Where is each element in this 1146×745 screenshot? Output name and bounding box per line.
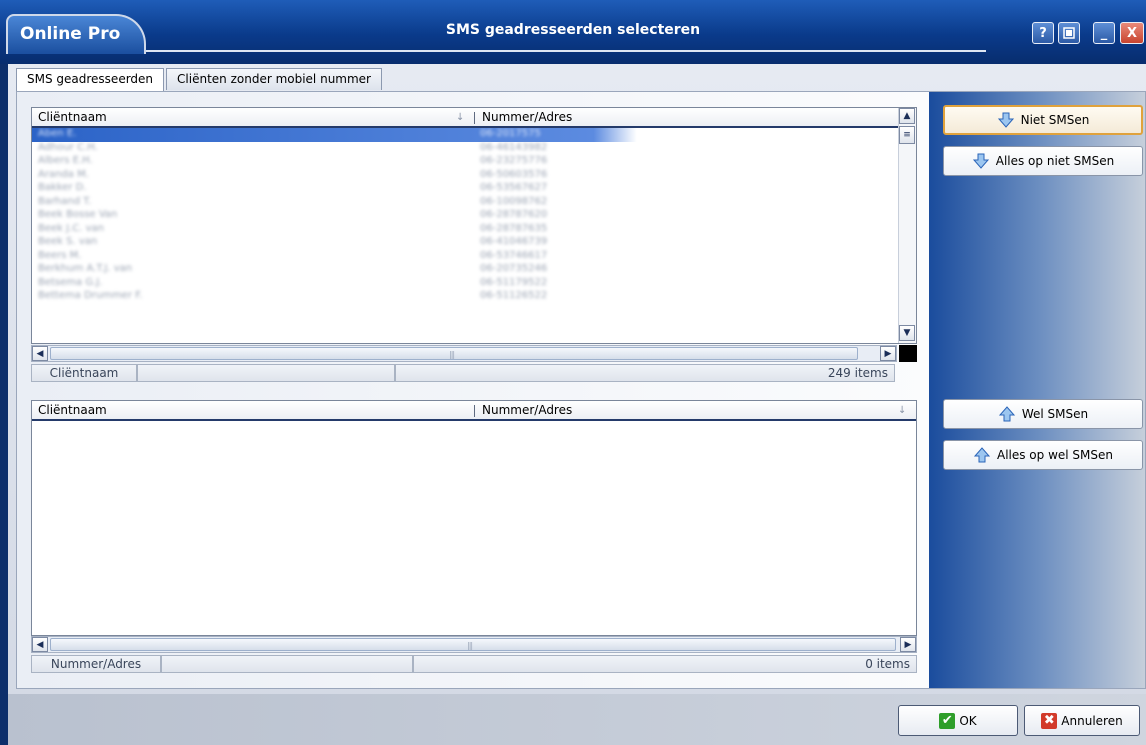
alles-op-wel-smsen-button[interactable]: Alles op wel SMSen <box>943 440 1143 470</box>
table-row[interactable]: Albers E.H. 06-23275776 <box>32 155 896 169</box>
bottom-grid-statusbar: Nummer/Adres 0 items <box>31 655 917 673</box>
wel-smsen-label: Wel SMSen <box>1021 407 1089 421</box>
table-row[interactable]: Beers M. 06-53746617 <box>32 250 896 264</box>
dialog-window: Online Pro SMS geadresseerden selecteren… <box>0 0 1146 745</box>
help-icon: ? <box>1039 25 1047 41</box>
scroll-down-button[interactable]: ▼ <box>899 325 915 341</box>
scroll-thumb[interactable]: ||| <box>50 347 858 360</box>
scroll-corner <box>899 345 917 362</box>
selected-recipients-grid[interactable]: Cliëntnaam Nummer/Adres ↓ <box>31 400 917 636</box>
alles-op-wel-smsen-label: Alles op wel SMSen <box>996 448 1114 462</box>
column-header-clientnaam[interactable]: Cliëntnaam <box>32 401 113 419</box>
table-row[interactable]: Beek S. van 06-41046739 <box>32 236 896 250</box>
column-separator[interactable] <box>474 112 475 124</box>
table-row[interactable]: Bakker D. 06-53567627 <box>32 182 896 196</box>
arrow-up-icon <box>998 406 1015 422</box>
column-header-clientnaam[interactable]: Cliëntnaam <box>32 108 113 126</box>
tab-panel: Cliëntnaam ↓ Nummer/Adres Aben E. 06-2017… <box>16 91 1146 689</box>
scroll-left-button[interactable]: ◀ <box>32 346 48 361</box>
table-row[interactable]: Betsema G.J. 06-51179522 <box>32 277 896 291</box>
status-filter-box <box>137 364 395 382</box>
arrow-down-icon <box>997 112 1014 128</box>
title-decoration <box>146 50 986 52</box>
scroll-thumb[interactable]: ≡ <box>899 126 915 144</box>
table-row[interactable]: Aben E. 06-2017575 <box>32 128 896 142</box>
sort-arrow-icon[interactable]: ↓ <box>898 405 906 416</box>
niet-smsen-button[interactable]: Niet SMSen <box>943 105 1143 135</box>
scroll-right-button[interactable]: ▶ <box>900 637 916 652</box>
dialog-client-area: SMS geadresseerden Cliënten zonder mobie… <box>8 64 1146 745</box>
alles-op-niet-smsen-label: Alles op niet SMSen <box>995 154 1115 168</box>
x-icon: ✖ <box>1041 712 1058 729</box>
sort-arrow-icon[interactable]: ↓ <box>456 112 464 123</box>
table-row[interactable]: Barhand T. 06-10098762 <box>32 196 896 210</box>
check-icon: ✔ <box>939 712 956 729</box>
status-sort-column: Nummer/Adres <box>31 655 161 673</box>
scroll-up-button[interactable]: ▲ <box>899 108 915 124</box>
grid-rows: Aben E. 06-2017575 Adhour C.H. 06-46143982… <box>32 128 896 343</box>
ok-button[interactable]: ✔ OK <box>898 705 1018 736</box>
tab-sms-geadresseerden[interactable]: SMS geadresseerden <box>16 68 165 92</box>
niet-smsen-label: Niet SMSen <box>1020 113 1090 127</box>
title-bar[interactable]: Online Pro SMS geadresseerden selecteren… <box>0 0 1146 64</box>
table-row[interactable]: Berkhum A.T.J. van 06-20735246 <box>32 263 896 277</box>
table-row[interactable]: Aranda M. 06-50603576 <box>32 169 896 183</box>
minimize-button[interactable]: _ <box>1093 22 1115 44</box>
scroll-left-button[interactable]: ◀ <box>32 637 48 652</box>
restore-button[interactable] <box>1058 22 1080 44</box>
grid-header: Cliëntnaam Nummer/Adres ↓ <box>32 401 916 421</box>
restore-icon <box>1063 27 1075 39</box>
table-row[interactable]: Bettema Drummer F. 06-51126522 <box>32 290 896 304</box>
help-button[interactable]: ? <box>1032 22 1054 44</box>
available-recipients-grid[interactable]: Cliëntnaam ↓ Nummer/Adres Aben E. 06-2017… <box>31 107 917 344</box>
arrow-up-icon <box>973 447 991 463</box>
close-button[interactable]: X <box>1120 22 1144 44</box>
tab-clienten-zonder-mobiel[interactable]: Cliënten zonder mobiel nummer <box>166 68 382 90</box>
tab-strip: SMS geadresseerden Cliënten zonder mobie… <box>16 68 384 92</box>
cancel-button[interactable]: ✖ Annuleren <box>1024 705 1140 736</box>
table-row[interactable]: Beek Bosse Van 06-28787620 <box>32 209 896 223</box>
scroll-thumb[interactable]: ||| <box>50 638 896 651</box>
column-header-nummer-adres[interactable]: Nummer/Adres <box>476 108 578 126</box>
top-grid-statusbar: Cliëntnaam 249 items <box>31 364 895 382</box>
window-title: SMS geadresseerden selecteren <box>445 22 701 38</box>
status-filter-box <box>161 655 413 673</box>
table-row[interactable]: Beek J.C. van 06-28787635 <box>32 223 896 237</box>
column-header-nummer-adres[interactable]: Nummer/Adres <box>476 401 578 419</box>
action-side-panel <box>929 92 1145 688</box>
wel-smsen-button[interactable]: Wel SMSen <box>943 399 1143 429</box>
vertical-scrollbar[interactable]: ▲ ≡ ▼ <box>898 108 916 343</box>
horizontal-scrollbar[interactable]: ◀ ||| ▶ <box>31 636 917 653</box>
table-row[interactable]: Adhour C.H. 06-46143982 <box>32 142 896 156</box>
scroll-right-button[interactable]: ▶ <box>880 346 896 361</box>
horizontal-scrollbar[interactable]: ◀ ||| ▶ <box>31 345 897 362</box>
arrow-down-icon <box>972 153 989 169</box>
minimize-icon: _ <box>1100 25 1108 41</box>
alles-op-niet-smsen-button[interactable]: Alles op niet SMSen <box>943 146 1143 176</box>
grid-header: Cliëntnaam ↓ Nummer/Adres <box>32 108 916 128</box>
status-sort-column: Cliëntnaam <box>31 364 137 382</box>
status-item-count: 0 items <box>413 655 917 673</box>
status-item-count: 249 items <box>395 364 895 382</box>
ok-label: OK <box>959 713 977 728</box>
column-separator[interactable] <box>474 405 475 417</box>
close-icon: X <box>1126 25 1138 41</box>
cancel-label: Annuleren <box>1061 713 1123 728</box>
